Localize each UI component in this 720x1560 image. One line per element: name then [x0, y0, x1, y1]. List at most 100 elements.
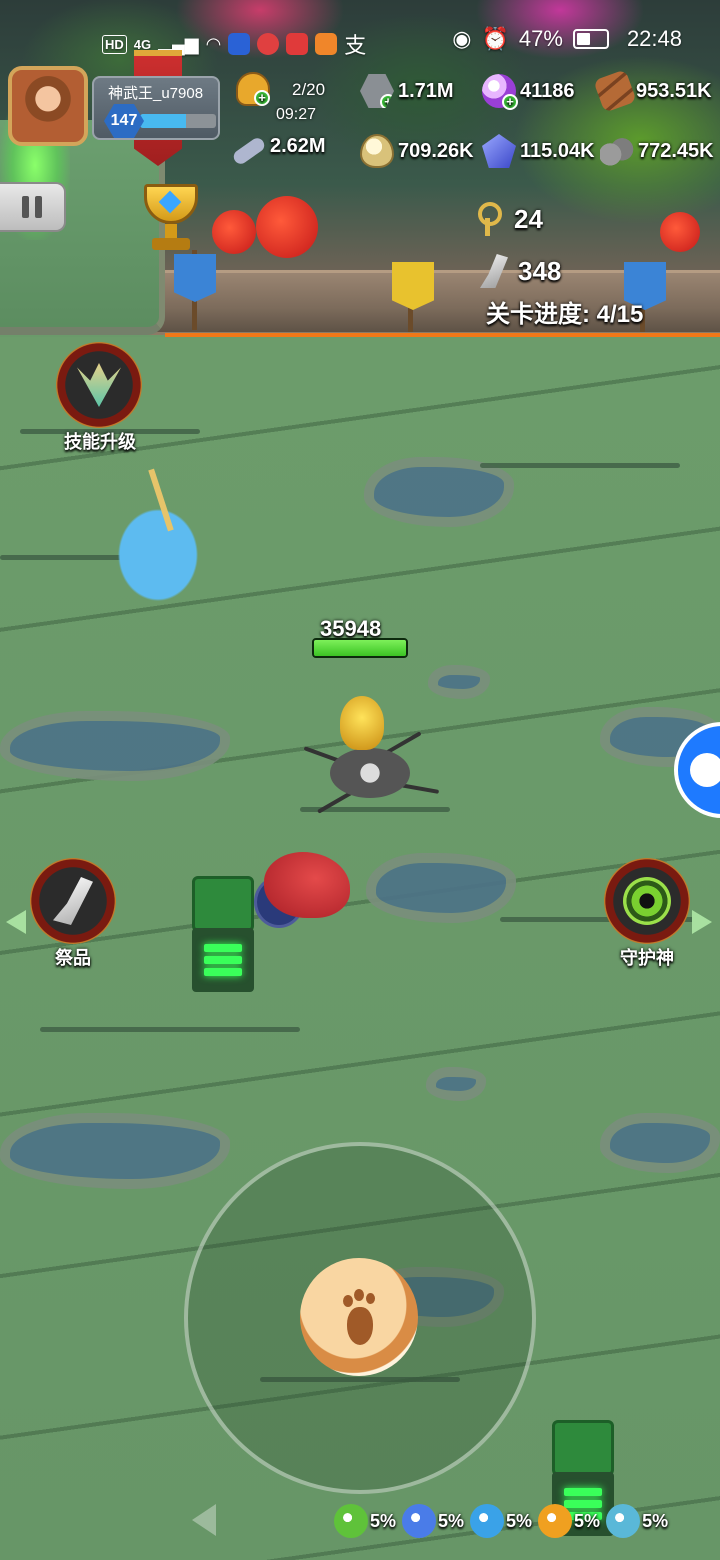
buff-value: 5%	[438, 1510, 465, 1531]
boss-hp-fill	[314, 640, 406, 656]
buff-bar: 5% 5% 5% 5% 5%	[334, 1504, 668, 1538]
purple-orb-icon: +	[482, 74, 518, 110]
claw-icon	[480, 254, 508, 288]
spiky-plant	[660, 212, 700, 252]
battery-icon	[572, 29, 609, 49]
fang-icon	[53, 877, 93, 925]
buff-item[interactable]: 5%	[402, 1504, 464, 1538]
totem-glyph	[192, 928, 254, 992]
buff-value: 5%	[574, 1510, 601, 1531]
spider-body	[330, 748, 410, 798]
buff-item[interactable]: 5%	[470, 1504, 532, 1538]
totem-top	[552, 1420, 614, 1476]
puddle	[366, 853, 516, 923]
back-nav-icon[interactable]	[192, 1504, 216, 1536]
player-name: 神武王_u7908	[108, 85, 204, 102]
trophy-base	[152, 238, 190, 250]
orb-resource[interactable]: + 41186	[482, 74, 575, 110]
wind-icon	[606, 1504, 641, 1538]
puddle	[428, 665, 490, 699]
joystick-knob[interactable]	[300, 1258, 418, 1376]
add-orb-icon[interactable]: +	[502, 94, 518, 110]
totem-top	[192, 876, 254, 932]
add-ore-icon[interactable]: +	[380, 94, 394, 108]
buff-value: 5%	[370, 1510, 397, 1531]
app-notification-icon	[315, 33, 338, 55]
alarm-icon: ⏰	[481, 26, 509, 51]
claw-counter: 348	[480, 254, 561, 288]
app-notification-icon	[286, 33, 309, 55]
claw-count: 348	[518, 255, 562, 286]
xp-bar-fill	[140, 114, 186, 128]
ore-resource[interactable]: + 1.71M	[360, 74, 454, 108]
player-avatar[interactable]	[8, 66, 88, 146]
bone-resource: 2.62M	[231, 134, 326, 167]
system-status-bar: HD 4G ▂▄▆ ◠ 支 ◉ ⏰ 47% 22:48	[0, 24, 720, 60]
hex-nut-icon: +	[360, 74, 394, 108]
hd-badge: HD	[102, 34, 127, 54]
offering-button[interactable]	[30, 858, 116, 944]
green-totem	[192, 876, 254, 996]
xp-bar	[140, 114, 216, 128]
left-arrow-icon[interactable]	[6, 910, 26, 934]
egg-icon	[360, 134, 394, 168]
ground-crack	[480, 463, 680, 468]
puddle	[600, 1113, 720, 1173]
app-notification-icon	[257, 33, 280, 55]
buff-item[interactable]: 5%	[334, 1504, 396, 1538]
spider-boss	[300, 696, 450, 826]
boss-hp-bar	[312, 638, 408, 658]
lightning-icon	[470, 1504, 505, 1538]
spiky-plant	[256, 196, 318, 258]
key-icon	[476, 202, 504, 236]
puddle	[0, 1113, 230, 1189]
status-right: ◉ ⏰ 47% 22:48	[452, 26, 682, 52]
app-notification-icon	[228, 33, 251, 55]
guardian-swirl-icon	[623, 877, 671, 925]
stone-icon	[600, 134, 634, 168]
offering-label: 祭品	[55, 948, 91, 968]
pause-icon	[22, 196, 29, 218]
buff-item[interactable]: 5%	[606, 1504, 668, 1538]
eye-comfort-icon: ◉	[452, 26, 472, 51]
skill-upgrade-button[interactable]	[56, 342, 142, 428]
trophy-icon[interactable]	[140, 184, 202, 256]
energy-resource[interactable]: +	[236, 72, 270, 106]
player-hero	[254, 846, 354, 932]
bone-value: 2.62M	[270, 134, 326, 157]
gamepad-icon	[690, 753, 720, 787]
battery-percent: 47%	[518, 26, 563, 51]
hero-body	[264, 852, 350, 918]
blue-flag	[174, 254, 216, 302]
right-arrow-icon[interactable]	[692, 910, 712, 934]
buff-item[interactable]: 5%	[538, 1504, 600, 1538]
energy-timer: 09:27	[276, 106, 317, 123]
key-counter: 24	[476, 202, 543, 236]
wood-value: 953.51K	[636, 79, 712, 102]
pause-button[interactable]	[0, 182, 66, 232]
energy-count: 2/20	[292, 80, 326, 99]
egg-resource: 709.26K	[360, 134, 474, 168]
drumstick-icon: +	[236, 72, 270, 106]
clock-time: 22:48	[626, 26, 682, 51]
spider-head	[340, 696, 384, 750]
wings-icon	[77, 363, 121, 407]
stone-resource: 772.45K	[600, 134, 714, 168]
key-count: 24	[514, 203, 543, 234]
yellow-flag	[392, 262, 434, 310]
add-energy-icon[interactable]: +	[254, 90, 270, 106]
network-type: 4G	[133, 36, 152, 52]
crystal-resource: 115.04K	[482, 134, 595, 168]
green-swirl-icon	[334, 1504, 368, 1538]
ground-crack	[40, 1027, 300, 1032]
buff-value: 5%	[642, 1510, 669, 1531]
orb-value: 41186	[520, 79, 575, 102]
footprint-icon	[339, 1289, 379, 1345]
guardian-label: 守护神	[620, 948, 674, 968]
ore-value: 1.71M	[398, 79, 454, 102]
guardian-button[interactable]	[604, 858, 690, 944]
wood-resource: 953.51K	[593, 69, 712, 113]
stage-progress: 关卡进度: 4/15	[486, 301, 644, 328]
blue-flame-icon	[402, 1504, 437, 1538]
puddle	[0, 711, 230, 781]
